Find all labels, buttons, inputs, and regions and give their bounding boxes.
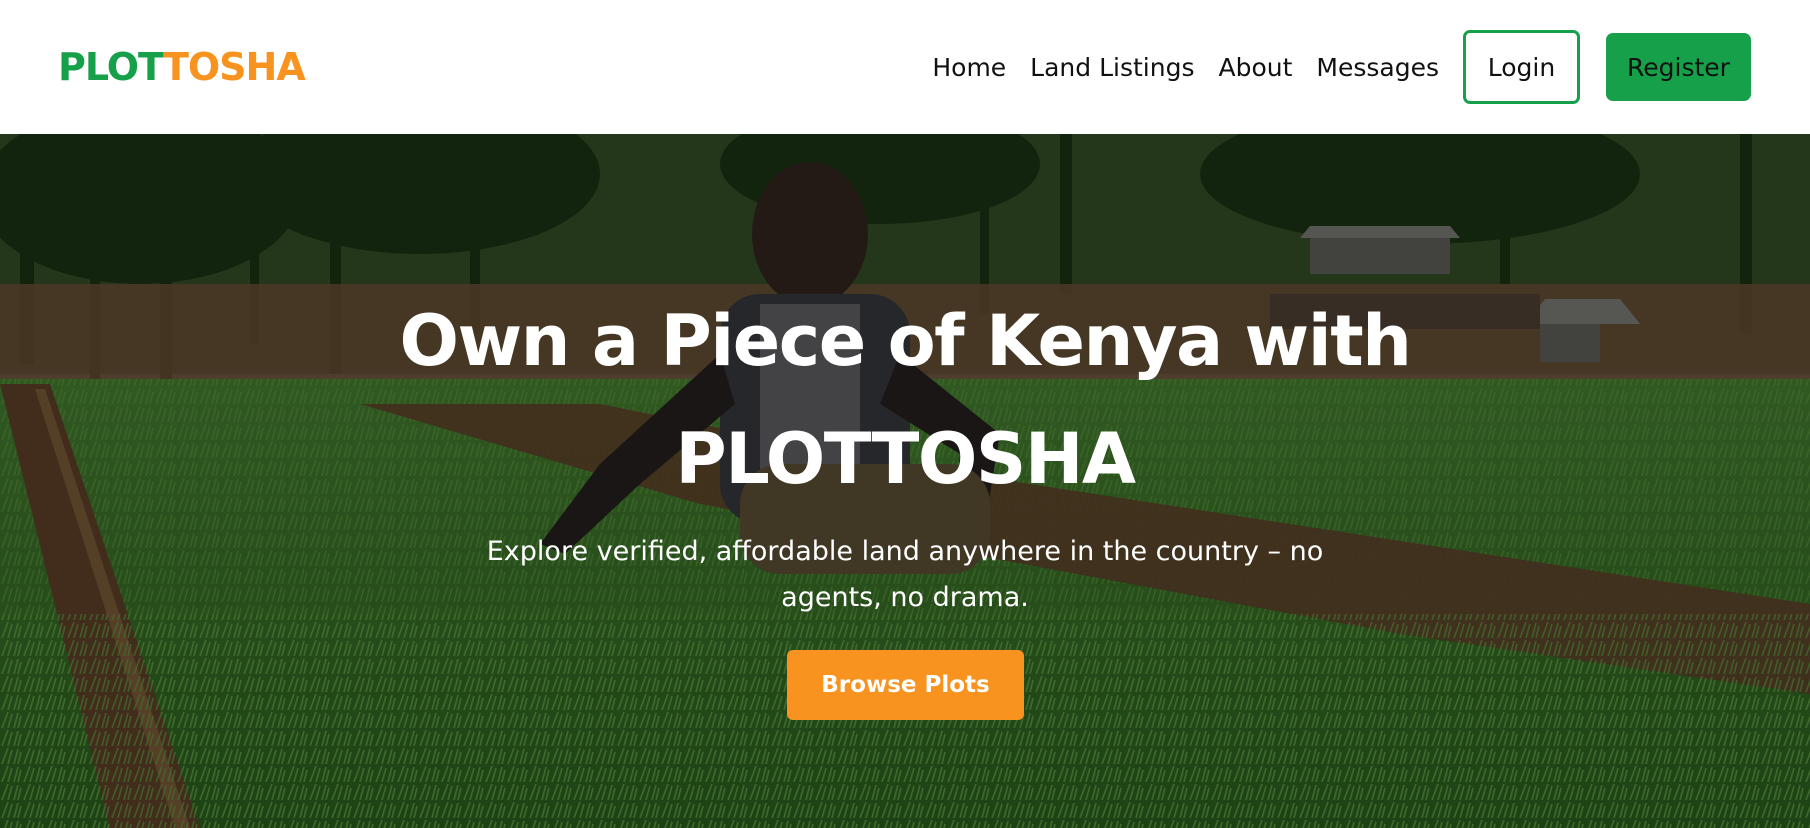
hero-title-line2: PLOTTOSHA [675,418,1136,500]
logo-part-tosha: TOSHA [162,45,306,89]
hero-title-line1: Own a Piece of Kenya with [399,300,1412,382]
hero-title: Own a Piece of Kenya with PLOTTOSHA [355,282,1455,518]
nav-link-messages[interactable]: Messages [1316,53,1439,82]
hero-content: Own a Piece of Kenya with PLOTTOSHA Expl… [0,134,1810,828]
hero-section: Own a Piece of Kenya with PLOTTOSHA Expl… [0,134,1810,828]
login-button[interactable]: Login [1463,30,1580,104]
nav-link-home[interactable]: Home [932,53,1006,82]
hero-subtitle: Explore verified, affordable land anywhe… [455,529,1355,621]
browse-plots-button[interactable]: Browse Plots [787,650,1024,720]
site-logo[interactable]: PLOT TOSHA [58,45,306,89]
navbar: PLOT TOSHA Home Land Listings About Messa… [0,0,1810,134]
hero-subtitle-line2: agents, no drama. [781,582,1029,613]
hero-subtitle-line1: Explore verified, affordable land anywhe… [486,536,1324,567]
main-nav: Home Land Listings About Messages Login … [932,30,1751,104]
register-button[interactable]: Register [1606,33,1751,101]
nav-link-land-listings[interactable]: Land Listings [1030,53,1194,82]
nav-link-about[interactable]: About [1218,53,1292,82]
logo-part-plot: PLOT [58,45,164,89]
